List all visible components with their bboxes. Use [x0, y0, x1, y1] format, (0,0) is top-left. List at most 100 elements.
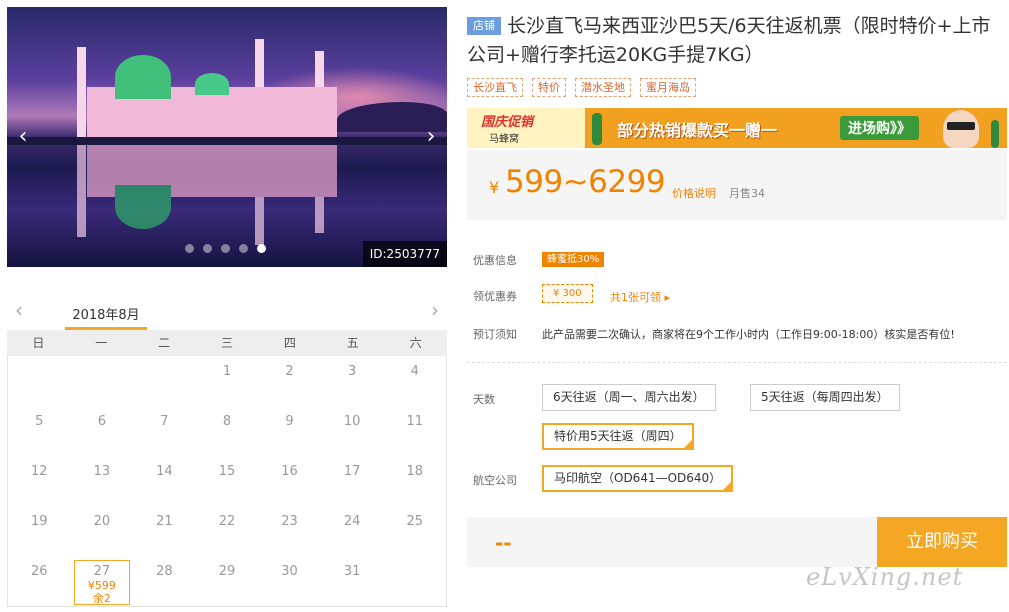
weekday-header: 六 — [409, 336, 422, 350]
calendar-day-price: ¥599 — [87, 579, 116, 592]
day-option[interactable]: 6天往返（周一、周六出发） — [542, 384, 716, 411]
prev-month-icon[interactable]: ‹ — [15, 300, 23, 320]
calendar: ‹ 2018年8月 › 日一二三四五六 1 2 3 4 5 6 7 8 9 10 11 12 13 14 1… — [7, 296, 447, 607]
price-range: 599~6299 — [505, 164, 666, 200]
calendar-day[interactable]: 23 — [258, 506, 321, 556]
calendar-day[interactable]: 6 — [71, 406, 134, 456]
calendar-day[interactable]: 31 — [321, 556, 384, 606]
calendar-day[interactable]: 15 — [196, 456, 259, 506]
calendar-day[interactable]: 3 — [321, 356, 384, 406]
weekday-header: 四 — [283, 336, 296, 350]
discount-value-wrap: 蜂蜜抵30% — [542, 250, 605, 267]
tag[interactable]: 长沙直飞 — [467, 78, 523, 97]
day-option[interactable]: 5天往返（每周四出发） — [750, 384, 900, 411]
photo-gallery[interactable]: ‹ › ID:2503777 — [7, 7, 447, 267]
calendar-empty — [383, 556, 446, 606]
tag-list: 长沙直飞 特价 潜水圣地 蜜月海岛 — [467, 78, 696, 97]
chevron-right-icon[interactable]: › — [421, 125, 441, 149]
cactus-icon — [991, 120, 999, 148]
tag[interactable]: 特价 — [532, 78, 566, 97]
weekday-header: 三 — [220, 336, 233, 350]
day-option-selected[interactable]: 特价用5天往返（周四） — [542, 423, 694, 450]
tag[interactable]: 潜水圣地 — [575, 78, 631, 97]
tag[interactable]: 蜜月海岛 — [640, 78, 696, 97]
coupon-badge[interactable]: ¥ 300 — [542, 284, 593, 303]
calendar-day[interactable]: 18 — [383, 456, 446, 506]
weekday-header: 二 — [158, 336, 171, 350]
calendar-day[interactable]: 29 — [196, 556, 259, 606]
calendar-day-number: 27 — [93, 564, 111, 579]
airline-label: 航空公司 — [473, 474, 517, 487]
banner-headline: 部分热销爆款买一赠一 — [617, 121, 778, 140]
banner-brand-sub: 马蜂窝 — [489, 134, 519, 145]
calendar-day[interactable]: 17 — [321, 456, 384, 506]
calendar-day[interactable]: 7 — [133, 406, 196, 456]
product-title-row: 店铺 长沙直飞马来西亚沙巴5天/6天往返机票（限时特价+上市公司+赠行李托运20K… — [467, 12, 1007, 70]
weekday-header: 五 — [346, 336, 359, 350]
days-label: 天数 — [473, 393, 495, 406]
calendar-day[interactable]: 13 — [71, 456, 134, 506]
coupon-label: 领优惠券 — [473, 290, 517, 303]
calendar-day[interactable]: 8 — [196, 406, 259, 456]
calendar-grid: 1 2 3 4 5 6 7 8 9 10 11 12 13 14 15 16 17 18 19 20 21 22 23 24 2… — [7, 356, 447, 607]
calendar-day[interactable]: 20 — [71, 506, 134, 556]
calendar-day[interactable]: 9 — [258, 406, 321, 456]
discount-label: 优惠信息 — [473, 254, 517, 267]
calendar-day[interactable]: 12 — [8, 456, 71, 506]
weekday-header: 一 — [95, 336, 108, 350]
calendar-day[interactable]: 30 — [258, 556, 321, 606]
calendar-day[interactable]: 25 — [383, 506, 446, 556]
coupon-wrap: ¥ 300 — [542, 284, 593, 303]
calendar-day[interactable]: 24 — [321, 506, 384, 556]
notice-label: 预订须知 — [473, 328, 517, 341]
promo-banner[interactable]: 国庆促销 马蜂窝 部分热销爆款买一赠一 进场购》》 — [467, 108, 1007, 148]
price-note-link[interactable]: 价格说明 — [672, 185, 716, 201]
watermark: eLvXing.net — [806, 563, 964, 591]
slide-dot[interactable] — [185, 244, 194, 253]
calendar-day[interactable]: 26 — [8, 556, 71, 606]
buy-now-button[interactable]: 立即购买 — [877, 517, 1007, 567]
monthly-sold: 月售34 — [729, 187, 765, 200]
calendar-day[interactable]: 22 — [196, 506, 259, 556]
cactus-icon — [592, 113, 602, 145]
total-price: -- — [495, 531, 512, 555]
calendar-day[interactable]: 4 — [383, 356, 446, 406]
calendar-day[interactable]: 11 — [383, 406, 446, 456]
product-title: 长沙直飞马来西亚沙巴5天/6天往返机票（限时特价+上市公司+赠行李托运20KG手… — [467, 15, 991, 66]
airline-option-selected[interactable]: 马印航空（OD641—OD640） — [542, 465, 734, 492]
calendar-day[interactable]: 21 — [133, 506, 196, 556]
calendar-weekdays: 日一二三四五六 — [7, 330, 447, 356]
slide-dot-active[interactable] — [257, 244, 266, 253]
calendar-day[interactable]: 5 — [8, 406, 71, 456]
currency-symbol: ¥ — [489, 178, 500, 197]
discount-badge: 蜂蜜抵30% — [542, 252, 605, 267]
calendar-month: 2018年8月 — [65, 304, 147, 330]
weekday-header: 日 — [32, 336, 45, 350]
chevron-left-icon[interactable]: ‹ — [13, 125, 33, 149]
calendar-day-remaining: 余2 — [92, 592, 111, 605]
price-box: ¥ 599~6299 价格说明 月售34 — [467, 150, 1007, 220]
slide-dot[interactable] — [221, 244, 230, 253]
calendar-day[interactable]: 10 — [321, 406, 384, 456]
calendar-day-selected[interactable]: 27 ¥599 余2 — [73, 560, 131, 605]
calendar-day[interactable]: 16 — [258, 456, 321, 506]
calendar-empty — [71, 356, 134, 406]
store-tag[interactable]: 店铺 — [467, 17, 501, 35]
banner-brand-title: 国庆促销 — [481, 115, 534, 130]
sunglasses-face-icon — [943, 110, 979, 148]
slide-dot[interactable] — [203, 244, 212, 253]
calendar-empty — [133, 356, 196, 406]
waterline — [7, 137, 447, 145]
slide-dots — [185, 244, 266, 253]
coupon-link[interactable]: 共1张可领 ▸ — [610, 289, 670, 305]
slide-dot[interactable] — [239, 244, 248, 253]
calendar-day[interactable]: 28 — [133, 556, 196, 606]
banner-cta[interactable]: 进场购》》 — [840, 116, 919, 140]
next-month-icon[interactable]: › — [431, 300, 439, 320]
calendar-day[interactable]: 1 — [196, 356, 259, 406]
calendar-day[interactable]: 19 — [8, 506, 71, 556]
mosque-reflection — [67, 145, 347, 245]
calendar-day[interactable]: 14 — [133, 456, 196, 506]
calendar-day[interactable]: 2 — [258, 356, 321, 406]
notice-text: 此产品需要二次确认，商家将在9个工作小时内（工作日9:00-18:00）核实是否… — [542, 328, 955, 341]
